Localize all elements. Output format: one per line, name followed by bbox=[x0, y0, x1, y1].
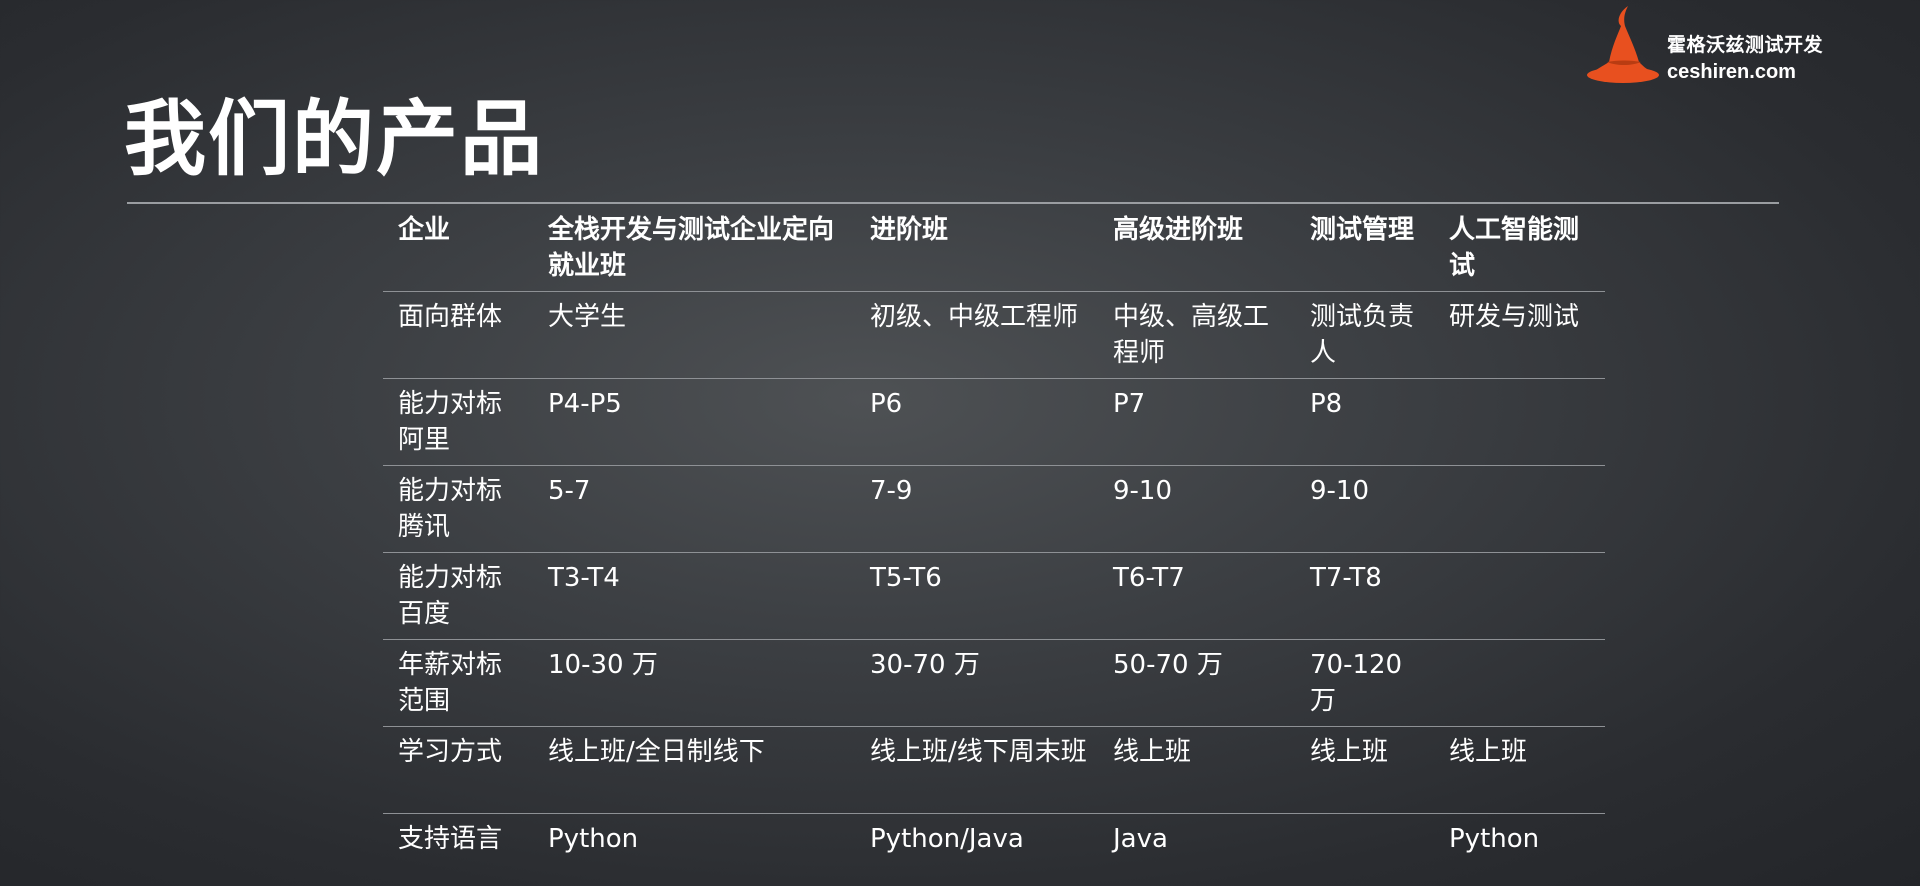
table-cell: 研发与测试 bbox=[1434, 291, 1605, 379]
table-cell bbox=[1434, 465, 1605, 553]
row-label: 能力对标腾讯 bbox=[383, 465, 533, 553]
table-cell: 9-10 bbox=[1098, 465, 1295, 553]
row-label: 能力对标阿里 bbox=[383, 378, 533, 466]
wizard-hat-icon bbox=[1587, 6, 1659, 83]
table-cell: 线上班 bbox=[1295, 726, 1434, 814]
table-cell: Java bbox=[1113, 824, 1168, 854]
table-cell: P8 bbox=[1295, 378, 1434, 466]
header-cell: 高级进阶班 bbox=[1098, 205, 1295, 292]
table-cell: 5-7 bbox=[533, 465, 855, 553]
table-cell: T3-T4 bbox=[533, 552, 855, 640]
header-cell: 企业 bbox=[383, 205, 533, 292]
row-label: 支持语言 bbox=[398, 824, 503, 854]
table-cell: Python bbox=[1449, 824, 1540, 854]
table-cell: 70-120 万 bbox=[1295, 639, 1434, 727]
table-cell: P6 bbox=[855, 378, 1098, 466]
header-cell: 全栈开发与测试企业定向就业班 bbox=[533, 205, 855, 292]
table-cell: P7 bbox=[1098, 378, 1295, 466]
row-label: 面向群体 bbox=[383, 291, 533, 379]
brand-block: 霍格沃兹测试开发 ceshiren.com bbox=[1667, 32, 1823, 86]
table-cell: 线上班 bbox=[1098, 726, 1295, 814]
row-label: 年薪对标范围 bbox=[383, 639, 533, 727]
table-cell: T6-T7 bbox=[1098, 552, 1295, 640]
header-cell: 进阶班 bbox=[855, 205, 1098, 292]
table-cell: 线上班/线下周末班 bbox=[855, 726, 1098, 814]
table-cell bbox=[1295, 814, 1434, 886]
table-cell: 线上班 bbox=[1434, 726, 1605, 814]
table-row: 能力对标百度 T3-T4 T5-T6 T6-T7 T7-T8 bbox=[383, 552, 1605, 640]
table-cell: 大学生 bbox=[533, 291, 855, 379]
table-cell bbox=[1434, 639, 1605, 727]
table-cell: Python/Java bbox=[870, 824, 1024, 854]
table-cell bbox=[1434, 552, 1605, 640]
row-label: 能力对标百度 bbox=[383, 552, 533, 640]
title-divider bbox=[127, 202, 1779, 204]
products-table: 企业 全栈开发与测试企业定向就业班 进阶班 高级进阶班 测试管理 人工智能测试 … bbox=[383, 205, 1605, 886]
table-row: 年薪对标范围 10-30 万 30-70 万 50-70 万 70-120 万 bbox=[383, 639, 1605, 727]
table-cell: 7-9 bbox=[855, 465, 1098, 553]
table-cell: 30-70 万 bbox=[855, 639, 1098, 727]
table-cell: 测试负责人 bbox=[1295, 291, 1434, 379]
table-cell: Python bbox=[548, 824, 639, 854]
row-label: 学习方式 bbox=[383, 726, 533, 814]
page-title: 我们的产品 bbox=[124, 92, 545, 187]
table-row: 面向群体 大学生 初级、中级工程师 中级、高级工程师 测试负责人 研发与测试 bbox=[383, 291, 1605, 379]
brand-url: ceshiren.com bbox=[1667, 61, 1796, 83]
table-row: 能力对标阿里 P4-P5 P6 P7 P8 bbox=[383, 378, 1605, 466]
table-cell: P4-P5 bbox=[533, 378, 855, 466]
header-cell: 人工智能测试 bbox=[1434, 205, 1605, 292]
table-row: 支持语言 Python Python/Java Java Python bbox=[383, 814, 1605, 886]
table-cell: 50-70 万 bbox=[1098, 639, 1295, 727]
table-row: 能力对标腾讯 5-7 7-9 9-10 9-10 bbox=[383, 465, 1605, 553]
table-cell: T7-T8 bbox=[1295, 552, 1434, 640]
table-row: 学习方式 线上班/全日制线下 线上班/线下周末班 线上班 线上班 线上班 bbox=[383, 726, 1605, 814]
table-cell: 初级、中级工程师 bbox=[855, 291, 1098, 379]
brand-name: 霍格沃兹测试开发 bbox=[1667, 34, 1824, 56]
table-cell: 线上班/全日制线下 bbox=[533, 726, 855, 814]
table-cell: 10-30 万 bbox=[533, 639, 855, 727]
header-cell: 测试管理 bbox=[1295, 205, 1434, 292]
table-cell: T5-T6 bbox=[855, 552, 1098, 640]
table-header-row: 企业 全栈开发与测试企业定向就业班 进阶班 高级进阶班 测试管理 人工智能测试 bbox=[383, 205, 1605, 292]
table-cell: 中级、高级工程师 bbox=[1098, 291, 1295, 379]
table-cell: 9-10 bbox=[1295, 465, 1434, 553]
table-cell bbox=[1434, 378, 1605, 466]
